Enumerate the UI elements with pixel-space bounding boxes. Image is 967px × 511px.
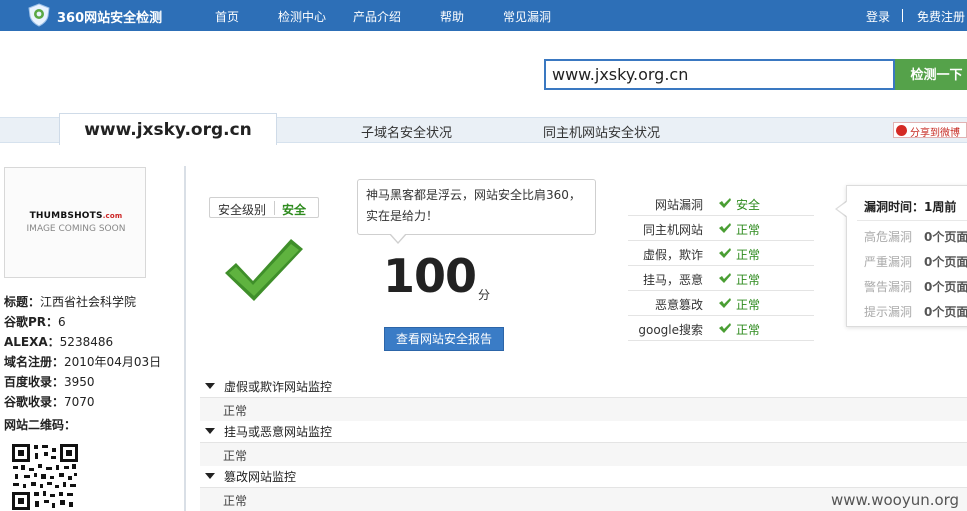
big-checkmark-icon [225,239,303,301]
triangle-down-icon [205,473,215,479]
monitor-body: 正常 [200,442,967,466]
vuln-row: 警告漏洞 0个页面 [864,280,967,294]
vuln-row: 提示漏洞 0个页面 [864,305,967,319]
check-icon [719,298,731,308]
status-value: 安全 [736,198,761,212]
info-title: 标题：江西省社会科学院 [4,295,137,309]
brand-name[interactable]: 360网站安全检测 [57,7,162,26]
triangle-down-icon [205,383,215,389]
column-divider [184,166,186,511]
watermark: www.wooyun.org [831,491,960,509]
nav-help[interactable]: 帮助 [440,8,464,25]
nav-products[interactable]: 产品介绍 [353,8,401,25]
status-row: 虚假，欺诈 正常 [628,241,814,266]
check-button[interactable]: 检测一下 [895,59,967,90]
check-icon [719,198,731,208]
check-icon [719,323,731,333]
monitor-header-fraud[interactable]: 虚假或欺诈网站监控 [200,375,967,397]
status-name: 网站漏洞 [654,198,703,212]
thumbnail-brand: THUMBSHOTS.com [29,211,123,221]
monitor-status: 正常 [223,404,248,418]
vuln-row: 严重漏洞 0个页面 [864,255,967,269]
thumbnail-caption: IMAGE COMING SOON [26,224,126,234]
bubble-tail-fill [390,233,406,242]
security-level-value: 安全 [282,203,307,217]
info-baidu-index: 百度收录：3950 [4,375,95,389]
vuln-time: 漏洞时间：1周前 [864,200,957,214]
check-icon [719,223,731,233]
vuln-row: 高危漏洞 0个页面 [864,230,967,244]
tab-same-host[interactable]: 同主机网站安全状况 [543,122,660,141]
status-row: 网站漏洞 安全 [628,191,814,216]
status-value: 正常 [736,223,761,237]
status-name: google搜索 [638,323,703,337]
monitor-status: 正常 [223,494,248,508]
security-level-divider [274,201,275,215]
triangle-down-icon [205,428,215,434]
tab-subdomain[interactable]: 子域名安全状况 [361,122,452,141]
status-row: google搜索 正常 [628,316,814,341]
security-level-label: 安全级别 [218,203,267,217]
status-name: 虚假，欺诈 [642,248,703,262]
qr-code-icon [11,443,79,511]
status-name: 挂马，恶意 [642,273,703,287]
status-value: 正常 [736,273,761,287]
monitor-title: 虚假或欺诈网站监控 [224,380,333,394]
view-report-button[interactable]: 查看网站安全报告 [384,327,504,351]
info-pagerank: 谷歌PR：6 [4,315,66,329]
nav-common-vulns[interactable]: 常见漏洞 [503,8,551,25]
register-link[interactable]: 免费注册 [917,8,965,25]
monitor-status: 正常 [223,449,248,463]
page: 360网站安全检测 首页 检测中心 产品介绍 帮助 常见漏洞 登录 免费注册 检… [0,0,967,511]
login-link[interactable]: 登录 [866,8,890,25]
info-qrcode-label: 网站二维码： [4,418,77,432]
monitor-header-malware[interactable]: 挂马或恶意网站监控 [200,420,967,442]
shield-logo-icon[interactable] [27,3,51,27]
top-bar: 360网站安全检测 首页 检测中心 产品介绍 帮助 常见漏洞 登录 免费注册 [0,0,967,31]
score-unit: 分 [478,288,491,302]
security-score: 100 [383,249,477,303]
status-value: 正常 [736,248,761,262]
vuln-summary-box: 漏洞时间：1周前 高危漏洞 0个页面 严重漏洞 0个页面 警告漏洞 0个页面 提示漏洞… [846,185,967,327]
share-weibo-button[interactable]: 分享到微博 [893,122,967,139]
status-name: 同主机网站 [642,223,703,237]
monitor-title: 挂马或恶意网站监控 [224,425,333,439]
status-row: 恶意篡改 正常 [628,291,814,316]
nav-home[interactable]: 首页 [215,8,239,25]
info-alexa: ALEXA：5238486 [4,335,114,349]
monitor-body: 正常 [200,397,967,421]
status-name: 恶意篡改 [654,298,703,312]
monitor-header-tamper[interactable]: 篡改网站监控 [200,465,967,487]
status-row: 同主机网站 正常 [628,216,814,241]
vuln-divider [857,220,967,221]
check-icon [719,248,731,258]
site-thumbnail: THUMBSHOTS.com IMAGE COMING SOON [4,167,146,278]
share-label: 分享到微博 [910,128,960,139]
info-google-index: 谷歌收录：7070 [4,395,95,409]
weibo-icon [896,125,907,136]
nav-divider [902,9,903,22]
status-row: 挂马，恶意 正常 [628,266,814,291]
status-value: 正常 [736,298,761,312]
tab-domain[interactable]: www.jxsky.org.cn [59,113,277,145]
search-box [544,59,895,90]
info-domain-registered: 域名注册：2010年04月03日 [4,355,162,369]
monitor-title: 篡改网站监控 [224,470,297,484]
slogan-bubble: 神马黑客都是浮云，网站安全比肩360，实在是给力！ [357,179,596,235]
status-value: 正常 [736,323,761,337]
vuln-box-arrow-fill [837,201,848,217]
nav-check-center[interactable]: 检测中心 [278,8,326,25]
security-level-badge: 安全级别 安全 [209,197,319,218]
search-input[interactable] [546,61,893,88]
check-icon [719,273,731,283]
